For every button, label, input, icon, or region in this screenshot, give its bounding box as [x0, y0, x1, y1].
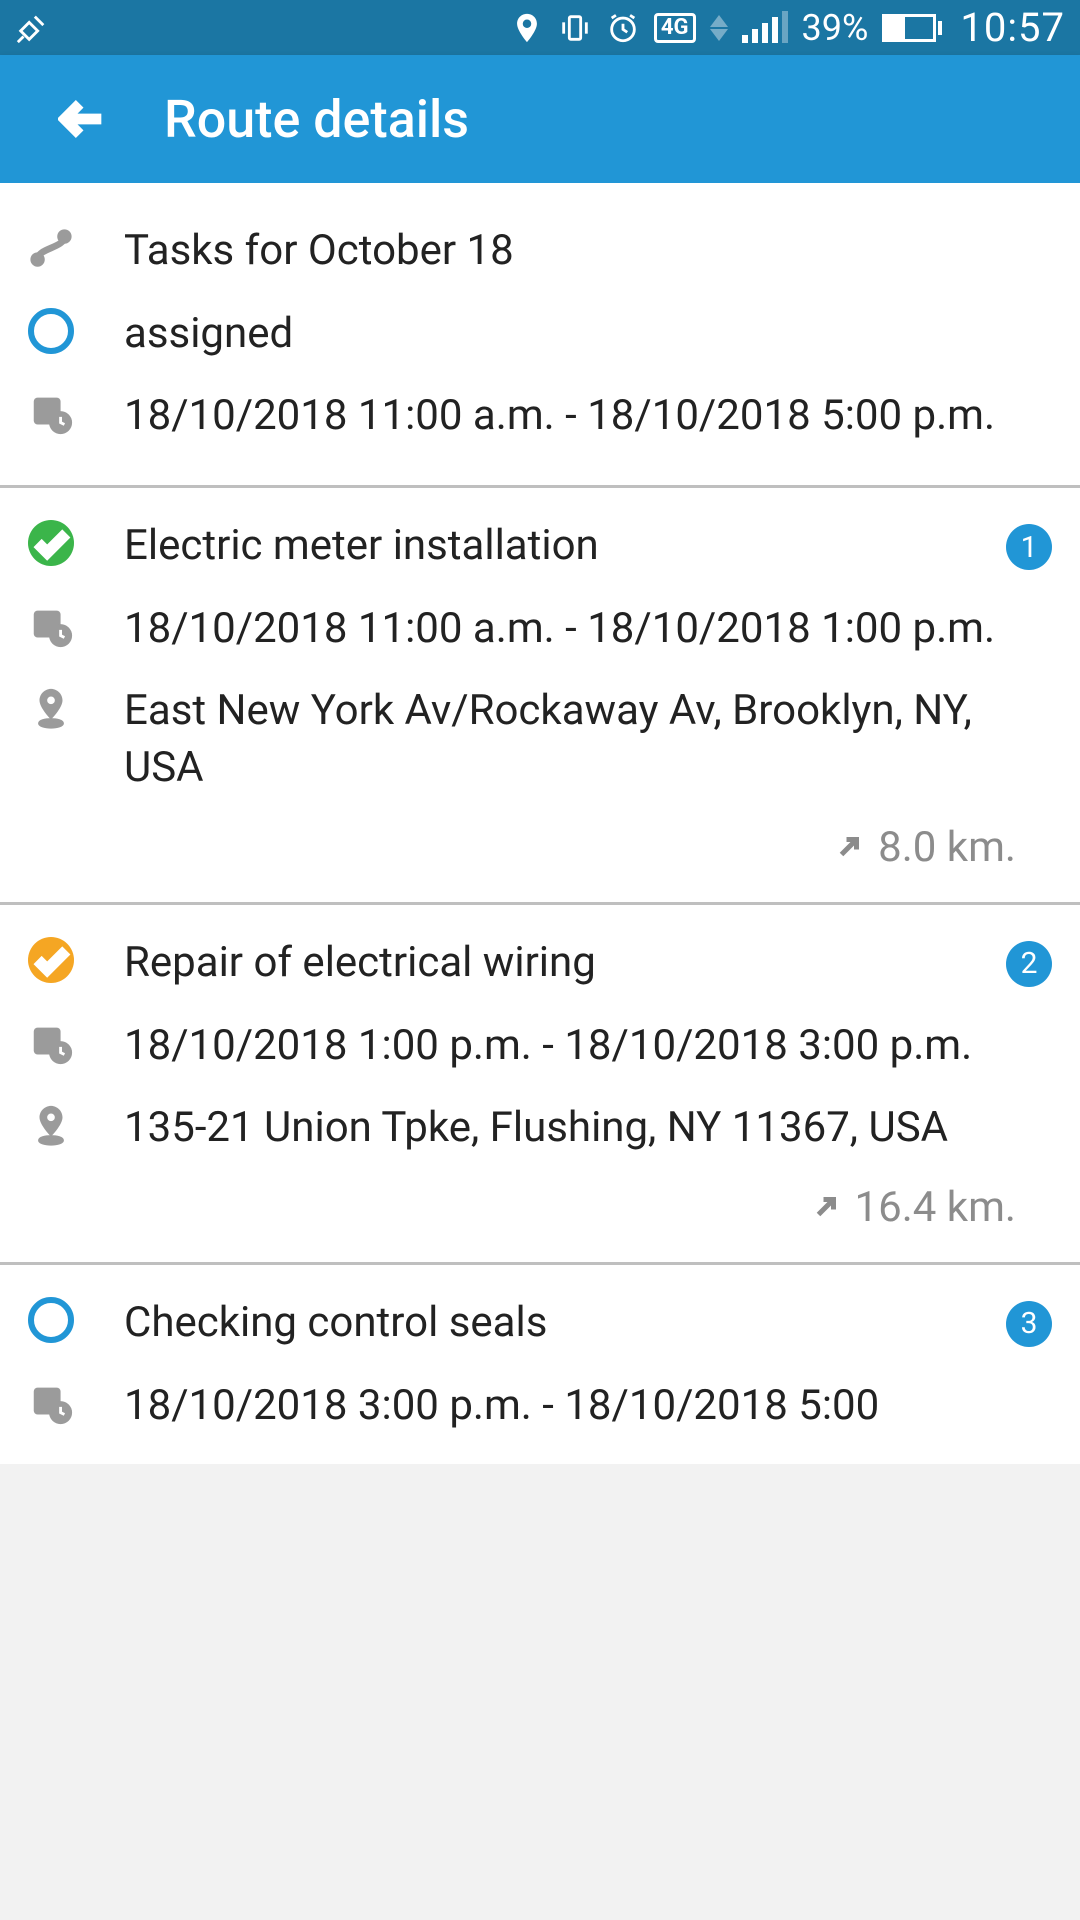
battery-icon: [882, 14, 942, 42]
location-icon: [510, 11, 544, 45]
distance-value: 16.4 km.: [855, 1183, 1017, 1232]
alarm-icon: [606, 11, 640, 45]
status-icon: [28, 306, 74, 354]
calendar-clock-icon: [28, 388, 74, 436]
route-time-range: 18/10/2018 11:00 a.m. - 18/10/2018 5:00 …: [124, 388, 1052, 445]
task-time: 18/10/2018 11:00 a.m. - 18/10/2018 1:00 …: [124, 601, 1052, 658]
task-item[interactable]: Checking control seals 3 18/10/2018 3:00…: [0, 1265, 1080, 1464]
task-title: Repair of electrical wiring: [124, 935, 956, 992]
battery-percent: 39%: [802, 7, 869, 49]
data-arrows-icon: [710, 15, 728, 41]
task-item[interactable]: Electric meter installation 1 18/10/2018…: [0, 488, 1080, 905]
route-status: assigned: [124, 306, 1052, 363]
task-status-icon: [28, 935, 74, 983]
task-status-icon: [28, 518, 74, 566]
satellite-icon: [15, 11, 49, 45]
calendar-clock-icon: [28, 1378, 74, 1426]
network-4g-badge: 4G: [654, 13, 696, 43]
task-time: 18/10/2018 1:00 p.m. - 18/10/2018 3:00 p…: [124, 1018, 1052, 1075]
task-address: 135-21 Union Tpke, Flushing, NY 11367, U…: [124, 1100, 1052, 1157]
task-title: Electric meter installation: [124, 518, 956, 575]
location-pin-icon: [28, 683, 74, 731]
page-title: Route details: [164, 89, 469, 150]
task-title: Checking control seals: [124, 1295, 956, 1352]
vibrate-icon: [558, 11, 592, 45]
task-status-icon: [28, 1295, 74, 1343]
task-time: 18/10/2018 3:00 p.m. - 18/10/2018 5:00: [124, 1378, 1052, 1435]
signal-icon: [742, 13, 788, 43]
distance-value: 8.0 km.: [878, 823, 1016, 872]
calendar-clock-icon: [28, 601, 74, 649]
clock-time: 10:57: [956, 4, 1065, 51]
status-bar: 4G 39% 10:57: [0, 0, 1080, 55]
route-title: Tasks for October 18: [124, 223, 1052, 280]
back-button[interactable]: [44, 79, 124, 159]
task-number-badge: 3: [1006, 1301, 1052, 1347]
task-address: East New York Av/Rockaway Av, Brooklyn, …: [124, 683, 1052, 796]
task-distance: 16.4 km.: [28, 1183, 1052, 1232]
task-number-badge: 2: [1006, 941, 1052, 987]
task-item[interactable]: Repair of electrical wiring 2 18/10/2018…: [0, 905, 1080, 1265]
calendar-clock-icon: [28, 1018, 74, 1066]
location-pin-icon: [28, 1100, 74, 1148]
route-header[interactable]: Tasks for October 18 assigned 18/10/2018…: [0, 183, 1080, 488]
route-icon: [28, 223, 74, 271]
task-number-badge: 1: [1006, 524, 1052, 570]
app-bar: Route details: [0, 55, 1080, 183]
task-distance: 8.0 km.: [28, 823, 1052, 872]
